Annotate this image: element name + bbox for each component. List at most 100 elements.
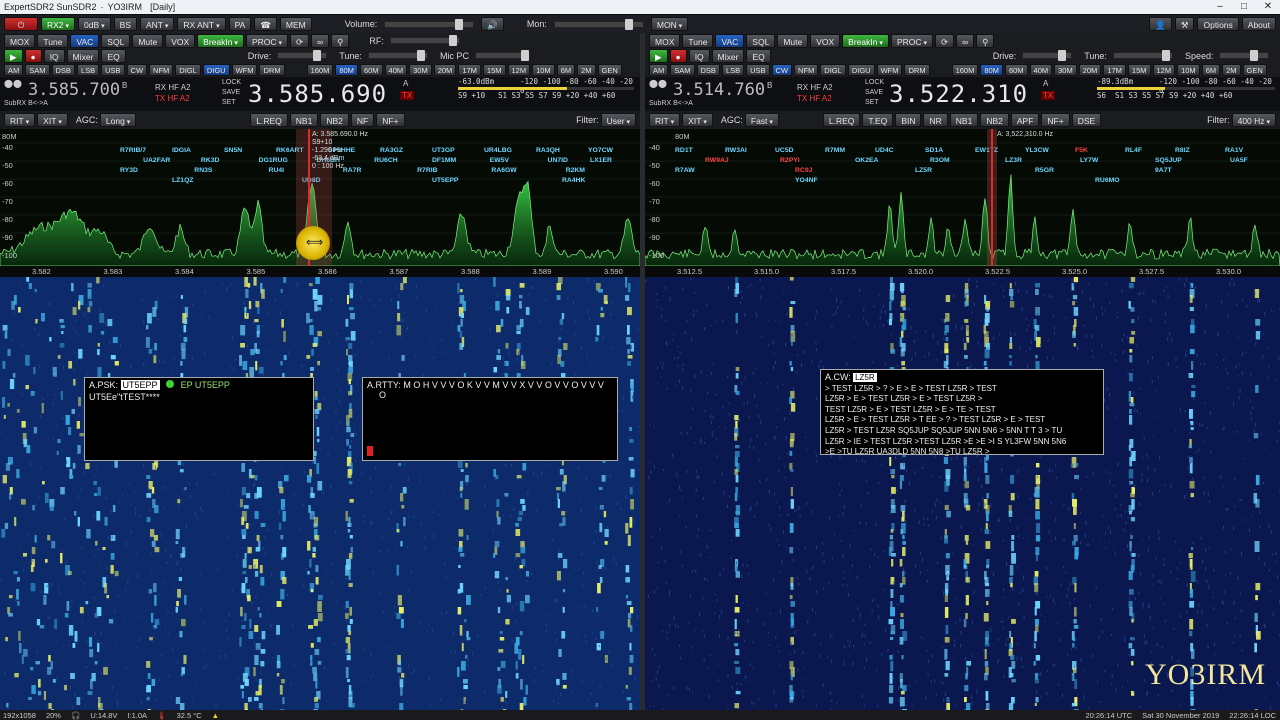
mode-usb-button[interactable]: USB (746, 63, 770, 76)
close-button[interactable]: ✕ (1256, 0, 1280, 14)
filter-nb1-button-r[interactable]: NB1 (949, 113, 979, 127)
minimize-button[interactable]: – (1208, 0, 1232, 14)
mixer-button[interactable]: Mixer (66, 48, 100, 63)
dx-spot[interactable]: RW3AI (725, 147, 747, 154)
mode-usb-button[interactable]: USB (101, 63, 125, 76)
dx-spot[interactable]: UT3GP (432, 147, 455, 154)
mute-button[interactable]: Mute (132, 33, 164, 48)
dx-spot[interactable]: UD4C (875, 147, 894, 154)
breakin-button-r[interactable]: BreakIn (842, 33, 889, 48)
mode-cw-button[interactable]: CW (771, 63, 793, 76)
mode-wfm-button[interactable]: WFM (231, 63, 258, 76)
dx-spot[interactable]: UT5EPP (432, 177, 458, 184)
mem-button[interactable]: MEM (279, 17, 312, 31)
speed-slider[interactable] (1219, 50, 1270, 61)
band-12m-button[interactable]: 12M (507, 63, 531, 76)
mode-lsb-button[interactable]: LSB (76, 63, 100, 76)
cw-decoder-window[interactable]: A.CW: LZ5R > TEST LZ5R > ? > E > E > TES… (820, 369, 1104, 456)
dx-spot[interactable]: RA1V (1225, 147, 1243, 154)
band-10m-button[interactable]: 10M (532, 63, 555, 76)
filter-teq-button-r[interactable]: T.EQ (862, 113, 894, 127)
filter-lreq-button-r[interactable]: L.REQ (822, 113, 861, 127)
psk-call[interactable]: UT5EPP (120, 380, 160, 390)
dx-spot[interactable]: RU6MO (1095, 177, 1120, 184)
cw-call[interactable]: LZ5R (853, 373, 877, 382)
mode-drm-button[interactable]: DRM (904, 63, 930, 76)
dx-spot[interactable]: RD1T (675, 147, 693, 154)
dx-spot[interactable]: IDGIA (172, 147, 191, 154)
pa-button[interactable]: PA (228, 17, 252, 31)
proc-button-r[interactable]: PROC (890, 33, 933, 48)
mox-button-r[interactable]: MOX (649, 33, 681, 48)
dx-spot[interactable]: DG1RUG (259, 157, 288, 164)
dx-spot[interactable]: UC5D (775, 147, 794, 154)
filter-nb2-button-r[interactable]: NB2 (980, 113, 1009, 127)
band-gen-button[interactable]: GEN (1242, 63, 1267, 76)
play-icon-r[interactable]: ▶ (649, 48, 668, 63)
dx-spot[interactable]: YO4NF (795, 177, 818, 184)
dx-spot[interactable]: LZ3R (1005, 157, 1022, 164)
dx-spot[interactable]: OK2EA (855, 157, 878, 164)
eq-button-r[interactable]: EQ (746, 48, 771, 63)
dx-spot[interactable]: DF1MM (432, 157, 456, 164)
mode-sam-button[interactable]: SAM (25, 63, 50, 76)
tools-icon[interactable]: ⚒ (1174, 17, 1195, 31)
mode-drm-button[interactable]: DRM (259, 63, 285, 76)
drive-slider-r[interactable] (1022, 50, 1073, 61)
dx-spot[interactable]: RC9J (795, 167, 812, 174)
attenuator-button[interactable]: 0dB (78, 17, 111, 31)
lreq-button[interactable]: L.REQ (250, 113, 288, 127)
dx-spot[interactable]: LZ1QZ (172, 177, 194, 184)
band-40m-button[interactable]: 40M (384, 63, 408, 76)
dx-spot[interactable]: R8IZ (1175, 147, 1190, 154)
band-30m-button[interactable]: 30M (409, 63, 432, 76)
band-2m-button[interactable]: 2M (577, 63, 596, 76)
sub-vfo-frequency-r[interactable]: 3.514.760 (673, 80, 765, 100)
band-15m-button[interactable]: 15M (482, 63, 506, 76)
save-button[interactable]: SAVE (222, 89, 240, 96)
dx-spot[interactable]: LZ5R (915, 167, 932, 174)
nb1-button[interactable]: NB1 (289, 113, 319, 127)
band-gen-button[interactable]: GEN (597, 63, 622, 76)
mode-am-button[interactable]: AM (649, 63, 669, 76)
sql-button-r[interactable]: SQL (746, 33, 776, 48)
save-button-r[interactable]: SAVE (865, 89, 883, 96)
dx-spot[interactable]: UA5F (1230, 157, 1248, 164)
band-20m-button[interactable]: 20M (433, 63, 457, 76)
dx-spot[interactable]: R2PYI (780, 157, 800, 164)
dx-spot[interactable]: RA6GW (491, 167, 516, 174)
rec-icon-r[interactable]: ● (669, 48, 687, 63)
waterfall-left[interactable]: A.PSK: UT5EPP EP UT5EPP UT5Ee"tTEST**** … (0, 277, 640, 720)
tune-slider-r[interactable] (1112, 50, 1173, 61)
user-icon[interactable]: 👤 (1149, 17, 1172, 31)
dx-spot[interactable]: RK3D (201, 157, 220, 164)
record-icon[interactable]: ⟳ (289, 33, 310, 48)
loop-icon-r[interactable]: ∞ (956, 33, 975, 48)
band-17m-button[interactable]: 17M (1103, 63, 1126, 76)
mox-button[interactable]: MOX (4, 33, 36, 48)
band-80m-button[interactable]: 80M (335, 63, 358, 76)
pin-icon-r[interactable]: ⚲ (976, 33, 995, 48)
agc-select[interactable]: Long (99, 113, 137, 127)
volume-slider[interactable] (384, 18, 475, 30)
phone-icon[interactable]: ☎ (254, 17, 277, 31)
band-10m-button[interactable]: 10M (1177, 63, 1200, 76)
filter-nf-button-r[interactable]: NF+ (1041, 113, 1070, 127)
drive-slider[interactable] (277, 50, 328, 61)
dx-spot[interactable]: RA3GZ (380, 147, 403, 154)
dx-spot[interactable]: R7AW (675, 167, 695, 174)
psk-decoder-window[interactable]: A.PSK: UT5EPP EP UT5EPP UT5Ee"tTEST**** (84, 377, 314, 461)
pin-icon[interactable]: ⚲ (331, 33, 350, 48)
main-vfo-frequency[interactable]: 3.585.690 (248, 80, 387, 108)
dx-spot[interactable]: R7RIB (417, 167, 437, 174)
mode-digl-button[interactable]: DIGL (820, 63, 846, 76)
nf-button[interactable]: NF (350, 113, 375, 127)
spectrum-left[interactable]: 80M -40 -50 -60 -70 -80 -90 -100 R7RIB/7 IDGIA S… (0, 129, 640, 277)
band-6m-button[interactable]: 6M (556, 63, 576, 76)
dx-spot[interactable]: YO7CW (588, 147, 613, 154)
mode-dsb-button[interactable]: DSB (696, 63, 720, 76)
rit-button-r[interactable]: RIT (649, 113, 681, 127)
breakin-button[interactable]: BreakIn (197, 33, 244, 48)
spectrum-right[interactable]: 80M -40 -50 -60 -70 -80 -90 -100 RD1T RW3AI UC5D… (645, 129, 1280, 277)
eq-button[interactable]: EQ (101, 48, 126, 63)
